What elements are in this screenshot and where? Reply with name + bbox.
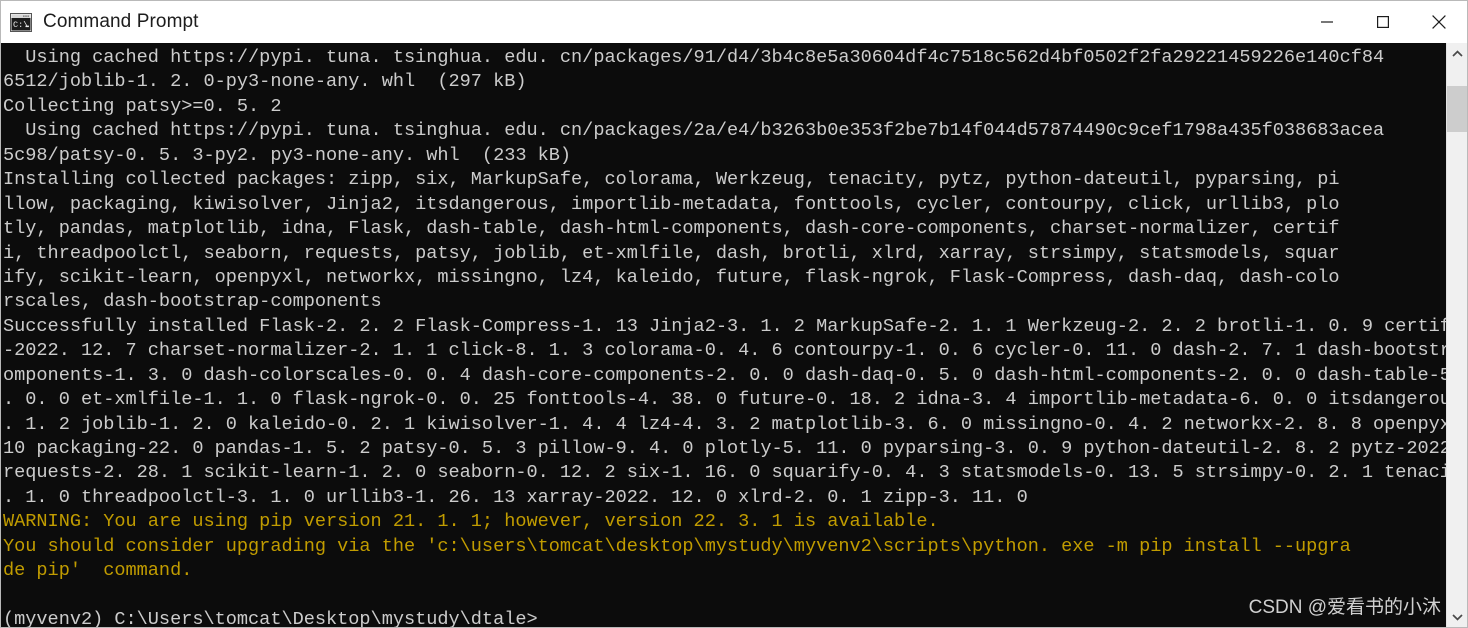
console-line: -2022. 12. 7 charset-normalizer-2. 1. 1 … xyxy=(3,340,1446,362)
console-line: omponents-1. 3. 0 dash-colorscales-0. 0.… xyxy=(3,364,1446,386)
console-line: 6512/joblib-1. 2. 0-py3-none-any. whl (2… xyxy=(3,71,527,93)
console-line: Successfully installed Flask-2. 2. 2 Fla… xyxy=(3,315,1446,337)
chevron-up-icon xyxy=(1451,45,1463,63)
scrollbar-down-button[interactable] xyxy=(1447,606,1467,627)
console-scrollbar[interactable] xyxy=(1446,43,1467,627)
command-prompt-icon: C:\ xyxy=(10,12,32,32)
console-line: 10 packaging-22. 0 pandas-1. 5. 2 patsy-… xyxy=(3,438,1446,459)
console-line: (myvenv2) C:\Users\tomcat\Desktop\mystud… xyxy=(3,609,538,627)
console-line: You should consider upgrading via the 'c… xyxy=(3,535,1351,557)
chevron-down-icon xyxy=(1451,608,1463,626)
console-line: . 0. 0 et-xmlfile-1. 1. 0 flask-ngrok-0.… xyxy=(3,389,1446,411)
console-line: Collecting patsy>=0. 5. 2 xyxy=(3,95,282,117)
console-line: 5c98/patsy-0. 5. 3-py2. py3-none-any. wh… xyxy=(3,144,572,166)
console-line: llow, packaging, kiwisolver, Jinja2, its… xyxy=(3,193,1340,215)
console-line: Using cached https://pypi. tuna. tsinghu… xyxy=(3,120,1385,142)
console-line: tly, pandas, matplotlib, idna, Flask, da… xyxy=(3,218,1340,240)
window-titlebar[interactable]: C:\ Command Prompt xyxy=(1,1,1467,43)
console-line-list: Using cached https://pypi. tuna. tsinghu… xyxy=(3,46,1446,627)
maximize-icon xyxy=(1377,16,1389,28)
console-line: Installing collected packages: zipp, six… xyxy=(3,169,1340,191)
console-line: ify, scikit-learn, openpyxl, networkx, m… xyxy=(3,266,1340,288)
console-line: rscales, dash-bootstrap-components xyxy=(3,291,382,313)
svg-text:C:\: C:\ xyxy=(13,20,28,30)
command-prompt-window: C:\ Command Prompt Using cached https://… xyxy=(0,0,1468,628)
minimize-button[interactable] xyxy=(1299,1,1355,43)
maximize-button[interactable] xyxy=(1355,1,1411,43)
scrollbar-track[interactable] xyxy=(1447,64,1467,606)
console-line: i, threadpoolctl, seaborn, requests, pat… xyxy=(3,242,1340,264)
close-button[interactable] xyxy=(1411,1,1467,43)
scrollbar-thumb[interactable] xyxy=(1447,86,1467,132)
console-line: requests-2. 28. 1 scikit-learn-1. 2. 0 s… xyxy=(3,462,1446,484)
console-line: . 1. 2 joblib-1. 2. 0 kaleido-0. 2. 1 ki… xyxy=(3,413,1446,435)
titlebar-left-group: C:\ Command Prompt xyxy=(1,11,1299,33)
console-line: Using cached https://pypi. tuna. tsinghu… xyxy=(3,47,1385,68)
console-area: Using cached https://pypi. tuna. tsinghu… xyxy=(1,43,1467,627)
console-line: . 1. 0 threadpoolctl-3. 1. 0 urllib3-1. … xyxy=(3,486,1028,508)
console-line: WARNING: You are using pip version 21. 1… xyxy=(3,511,939,533)
console-output[interactable]: Using cached https://pypi. tuna. tsinghu… xyxy=(1,43,1446,627)
minimize-icon xyxy=(1321,16,1333,28)
close-icon xyxy=(1432,15,1446,29)
scrollbar-up-button[interactable] xyxy=(1447,43,1467,64)
window-title: Command Prompt xyxy=(43,11,199,32)
console-line: de pip' command. xyxy=(3,560,193,582)
